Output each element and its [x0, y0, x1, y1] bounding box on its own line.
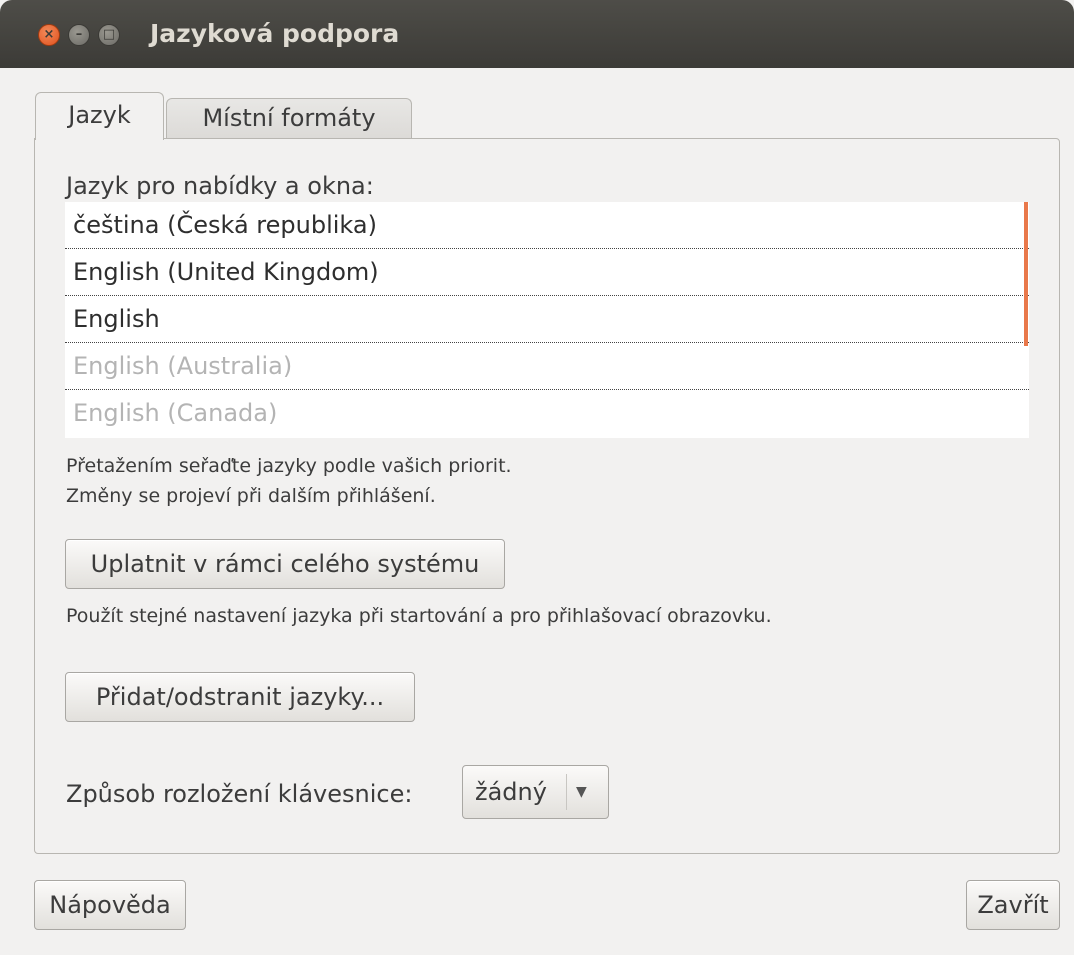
window-minimize-button[interactable]: – [68, 24, 90, 46]
minimize-icon: – [75, 27, 83, 42]
window-title: Jazyková podpora [150, 19, 400, 48]
drag-hint-text: Přetažením seřaďte jazyky podle vašich p… [66, 455, 512, 477]
close-icon: × [43, 27, 55, 42]
list-item[interactable]: English [65, 296, 1029, 343]
apply-hint-text: Použít stejné nastavení jazyka při start… [66, 605, 772, 627]
language-list[interactable]: čeština (Česká republika) English (Unite… [65, 202, 1029, 438]
tab-mistni-formaty[interactable]: Místní formáty [166, 98, 412, 139]
list-item[interactable]: čeština (Česká republika) [65, 202, 1029, 249]
close-button[interactable]: Zavřít [966, 880, 1060, 930]
window-close-button[interactable]: × [38, 24, 60, 46]
list-item[interactable]: English (Australia) [65, 343, 1029, 390]
language-priority-bar [1024, 202, 1028, 346]
help-button[interactable]: Nápověda [34, 880, 186, 930]
list-item[interactable]: English (United Kingdom) [65, 249, 1029, 296]
keyboard-input-method-label: Způsob rozložení klávesnice: [66, 780, 413, 808]
chevron-down-icon: ▼ [576, 784, 587, 800]
maximize-icon: □ [102, 27, 116, 42]
keyboard-input-method-select[interactable]: žádný ▼ [462, 765, 609, 819]
relogin-hint-text: Změny se projeví při dalším přihlášení. [66, 485, 436, 507]
keyboard-input-method-value: žádný [475, 778, 547, 806]
title-bar: × – □ Jazyková podpora [0, 0, 1074, 68]
add-remove-languages-button[interactable]: Přidat/odstranit jazyky... [65, 672, 415, 722]
apply-system-wide-button[interactable]: Uplatnit v rámci celého systému [65, 539, 505, 589]
tab-jazyk[interactable]: Jazyk [35, 92, 164, 140]
list-item[interactable]: English (Canada) [65, 390, 1029, 436]
combo-separator [566, 774, 567, 810]
language-section-label: Jazyk pro nabídky a okna: [66, 172, 374, 200]
window-maximize-button[interactable]: □ [98, 24, 120, 46]
